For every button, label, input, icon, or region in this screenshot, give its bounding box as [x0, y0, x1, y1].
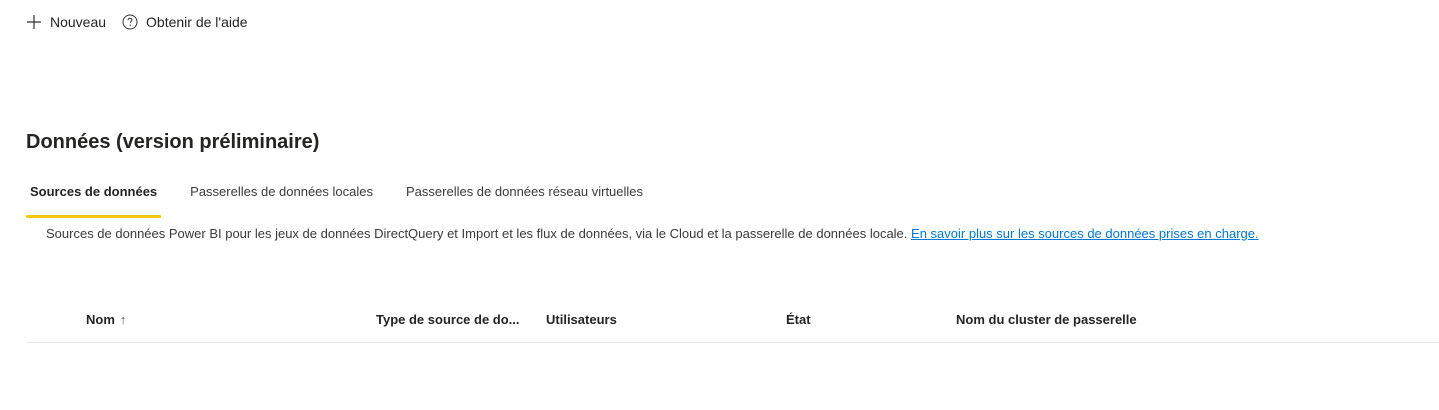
learn-more-link[interactable]: En savoir plus sur les sources de donnée… — [911, 226, 1259, 241]
column-header-gateway-cluster[interactable]: Nom du cluster de passerelle — [956, 312, 1137, 328]
column-header-name[interactable]: Nom ↑ — [86, 312, 126, 328]
tab-list: Sources de données Passerelles de donnée… — [26, 183, 647, 218]
sort-ascending-icon: ↑ — [119, 312, 127, 327]
column-header-name-label: Nom — [86, 312, 115, 327]
plus-icon — [25, 13, 43, 31]
table-header: Nom ↑ Type de source de do... Utilisateur… — [26, 306, 1439, 343]
description: Sources de données Power BI pour les jeu… — [46, 226, 1259, 241]
column-header-status[interactable]: État — [786, 312, 811, 328]
tab-on-premises-gateways[interactable]: Passerelles de données locales — [186, 183, 377, 210]
column-header-users[interactable]: Utilisateurs — [546, 312, 617, 328]
column-header-source-type[interactable]: Type de source de do... — [376, 312, 520, 328]
tab-vnet-gateways[interactable]: Passerelles de données réseau virtuelles — [402, 183, 647, 210]
new-button-label: Nouveau — [50, 14, 107, 30]
tab-data-sources[interactable]: Sources de données — [26, 183, 162, 218]
page-title: Données (version préliminaire) — [26, 131, 320, 153]
get-help-button[interactable]: Obtenir de l'aide — [121, 13, 248, 31]
help-circle-icon — [121, 13, 139, 31]
command-bar: Nouveau Obtenir de l'aide — [25, 12, 248, 32]
data-sources-page: Nouveau Obtenir de l'aide Données (versi… — [0, 0, 1439, 410]
new-button[interactable]: Nouveau — [25, 13, 106, 31]
get-help-button-label: Obtenir de l'aide — [146, 14, 248, 30]
description-text: Sources de données Power BI pour les jeu… — [46, 226, 908, 241]
